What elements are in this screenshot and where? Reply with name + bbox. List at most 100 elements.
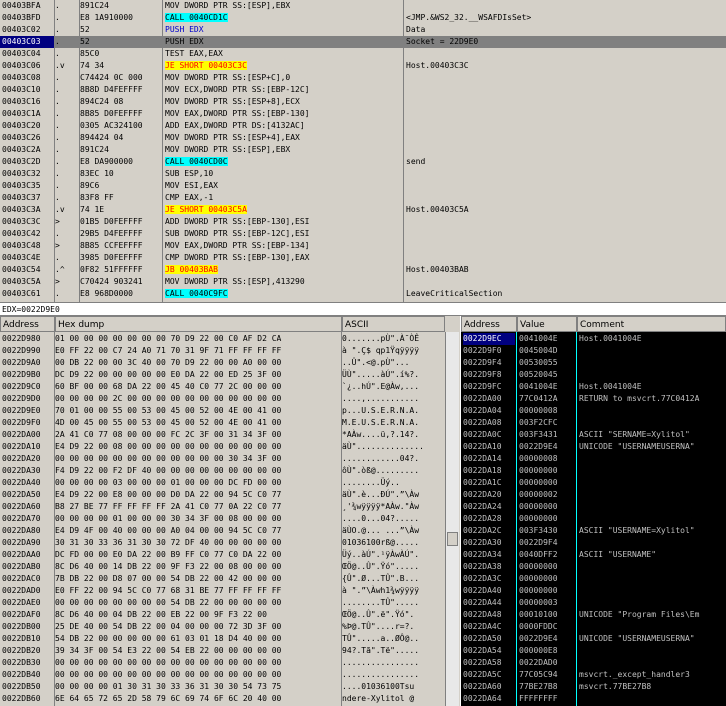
disasm-instruction: MOV DWORD PTR SS:[ESP+4],EAX xyxy=(163,132,405,144)
stack-row[interactable]: 0022DA4C 0000FDDC xyxy=(461,621,726,633)
stack-row[interactable]: 0022DA00 77C0412A RETURN to msvcrt.77C0412… xyxy=(461,393,726,405)
disasm-row[interactable]: 00403C5A > C70424 903241 MOV DWORD PTR SS:[… xyxy=(0,276,726,288)
dump-hex: E4 D9 22 00 E8 00 00 00 D0 DA 22 00 94 5… xyxy=(55,490,282,499)
stack-row[interactable]: 0022DA48 00010100 UNICODE "Program Files\E… xyxy=(461,609,726,621)
stack-value-header[interactable]: Value xyxy=(517,316,577,332)
disasm-instruction: PUSH EDX xyxy=(163,36,405,48)
stack-row[interactable]: 0022DA10 0022D9E4 UNICODE "USERNAMEUSERNA" xyxy=(461,441,726,453)
disasm-row[interactable]: 00403C02. 52 PUSH EDX Data xyxy=(0,24,726,36)
stack-row[interactable]: 0022D9F8 00520045 xyxy=(461,369,726,381)
disasm-address: 00403C03 xyxy=(0,36,54,48)
stack-row[interactable]: 0022DA2C 003F3430 ASCII "USERNAME=Xylitol" xyxy=(461,525,726,537)
jump-arrow: . xyxy=(55,169,60,178)
stack-row[interactable]: 0022DA28 00000000 xyxy=(461,513,726,525)
stack-row[interactable]: 0022DA14 00000008 xyxy=(461,453,726,465)
disasm-row[interactable]: 00403C4E. 3985 D0FEFFFF CMP DWORD PTR SS:[… xyxy=(0,252,726,264)
disasm-row[interactable]: 00403C1A. 8B85 D0FEFFFF MOV EAX,DWORD PTR … xyxy=(0,108,726,120)
stack-row[interactable]: 0022DA40 00000000 xyxy=(461,585,726,597)
instruction-text: ADD EAX,DWORD PTR DS:[4132AC] xyxy=(165,121,305,130)
disasm-comment xyxy=(404,144,726,156)
stack-address: 0022DA14 xyxy=(463,454,502,463)
dump-ascii: ..Û".<@.pÙ"... xyxy=(342,358,410,367)
disasm-row[interactable]: 00403C42. 29B5 D4FEFFFF SUB DWORD PTR SS:[… xyxy=(0,228,726,240)
disasm-row[interactable]: 00403C35. 89C6 MOV ESI,EAX xyxy=(0,180,726,192)
dump-ascii-header[interactable]: ASCII xyxy=(342,316,445,332)
disasm-row[interactable]: 00403C61. E8 968D0000 CALL 0040C9FC LeaveCr… xyxy=(0,288,726,300)
dump-hex: DC D9 22 00 00 00 00 00 E0 DA 22 00 ED 2… xyxy=(55,370,282,379)
disasm-address: 00403C2A xyxy=(2,145,41,154)
disasm-hex: C74424 0C 000 xyxy=(80,73,143,82)
dump-address-header[interactable]: Address xyxy=(0,316,55,332)
memory-dump-pane[interactable]: Address Hex dump ASCII 0022D980 01 00 00 … xyxy=(0,316,460,706)
stack-row[interactable]: 0022DA3C 00000000 xyxy=(461,573,726,585)
disasm-hex: 52 xyxy=(80,25,90,34)
disassembly-pane[interactable]: 00403BFA. 891C24 MOV DWORD PTR SS:[ESP],EB… xyxy=(0,0,726,302)
disasm-row[interactable]: 00403C2D. E8 DA900000 CALL 0040CD0C send xyxy=(0,156,726,168)
disasm-row[interactable]: 00403C54 .^ 0F82 51FFFFFF JB 00403BAB Host.0… xyxy=(0,264,726,276)
stack-row[interactable]: 0022DA18 00000000 xyxy=(461,465,726,477)
disasm-address: 00403C5A xyxy=(2,277,41,286)
stack-row[interactable]: 0022DA58 0022DAD0 xyxy=(461,657,726,669)
jump-arrow: . xyxy=(55,49,60,58)
disasm-row[interactable]: 00403BFD. E8 1A910000 CALL 0040CD1C <JMP.&W… xyxy=(0,12,726,24)
stack-row[interactable]: 0022DA0C 003F3431 ASCII "SERNAME=Xylitol" xyxy=(461,429,726,441)
disasm-address: 00403BFD xyxy=(2,13,41,22)
instruction-text: MOV ESI,EAX xyxy=(165,181,218,190)
stack-row[interactable]: 0022DA5C 77C05C94 msvcrt._except_handler3 xyxy=(461,669,726,681)
instruction-text: MOV DWORD PTR SS:[ESP+8],ECX xyxy=(165,97,300,106)
stack-row[interactable]: 0022DA44 00000003 xyxy=(461,597,726,609)
disasm-row[interactable]: 00403C03. 52 PUSH EDX Socket = 22D9E0 xyxy=(0,36,726,48)
disasm-comment xyxy=(404,192,726,204)
stack-row[interactable]: 0022D9F0 0045004D xyxy=(461,345,726,357)
disasm-row[interactable]: 00403C26. 894424 04 MOV DWORD PTR SS:[ESP+… xyxy=(0,132,726,144)
stack-row[interactable]: 0022D9EC 0041004E Host.0041004E xyxy=(461,333,726,345)
dump-hex: E0 FF 22 00 94 5C C0 77 68 31 BE 77 FF F… xyxy=(55,586,282,595)
stack-row[interactable]: 0022D9F4 00530055 xyxy=(461,357,726,369)
disasm-row[interactable]: 00403C3A .v 74 1E JE SHORT 00403C5A Host.004… xyxy=(0,204,726,216)
stack-row[interactable]: 0022DA24 00000000 xyxy=(461,501,726,513)
stack-row[interactable]: 0022DA04 00000008 xyxy=(461,405,726,417)
disasm-comment xyxy=(404,216,726,228)
stack-comment-header[interactable]: Comment xyxy=(577,316,726,332)
dump-ascii: ................ xyxy=(342,658,420,667)
disasm-row[interactable]: 00403C37. 83F8 FF CMP EAX,-1 xyxy=(0,192,726,204)
disasm-hex: 3985 D0FEFFFF xyxy=(80,253,143,262)
disasm-comment: LeaveCriticalSection xyxy=(406,289,503,298)
disasm-row[interactable]: 00403C48 >8B85 CCFEFFFF MOV EAX,DWORD PTR … xyxy=(0,240,726,252)
stack-row[interactable]: 0022D9FC 0041004E Host.0041004E xyxy=(461,381,726,393)
stack-row[interactable]: 0022DA20 00000002 xyxy=(461,489,726,501)
dump-ascii: TÛ".....a..ØÔ@.. xyxy=(342,634,420,643)
disasm-row[interactable]: 00403C06 .v 74 34 JE SHORT 00403C3C Host.004… xyxy=(0,60,726,72)
stack-row[interactable]: 0022DA64 FFFFFFFF xyxy=(461,693,726,705)
disasm-row[interactable]: 00403BFA. 891C24 MOV DWORD PTR SS:[ESP],EB… xyxy=(0,0,726,12)
stack-row[interactable]: 0022DA30 0022D9F4 xyxy=(461,537,726,549)
disasm-row[interactable]: 00403C3C >01B5 D0FEFFFF ADD DWORD PTR SS:[… xyxy=(0,216,726,228)
disasm-address: 00403C10 xyxy=(2,85,41,94)
disasm-row[interactable]: 00403C10. 8B8D D4FEFFFF MOV ECX,DWORD PTR … xyxy=(0,84,726,96)
disasm-row[interactable]: 00403C08. C74424 0C 000 MOV DWORD PTR SS:[… xyxy=(0,72,726,84)
stack-address: 0022DA34 xyxy=(463,550,502,559)
stack-row[interactable]: 0022DA54 000000E8 xyxy=(461,645,726,657)
disasm-row[interactable]: 00403C20. 0305 AC324100 ADD EAX,DWORD PTR … xyxy=(0,120,726,132)
disasm-row[interactable]: 00403C2A. 891C24 MOV DWORD PTR SS:[ESP],EB… xyxy=(0,144,726,156)
disasm-row[interactable]: 00403C04. 85C0 TEST EAX,EAX xyxy=(0,48,726,60)
info-text: EDX=0022D9E0 xyxy=(2,305,60,314)
stack-row[interactable]: 0022DA60 77BE27B8 msvcrt.77BE27B8 xyxy=(461,681,726,693)
stack-pane[interactable]: Address Value Comment 0022D9EC 0041004E Ho… xyxy=(461,316,726,706)
stack-comment: Host.0041004E xyxy=(579,334,642,343)
disasm-row[interactable]: 00403C32. 83EC 10 SUB ESP,10 xyxy=(0,168,726,180)
stack-row[interactable]: 0022DA38 00000000 xyxy=(461,561,726,573)
stack-address-header[interactable]: Address xyxy=(461,316,517,332)
scroll-thumb[interactable] xyxy=(447,532,458,546)
stack-address: 0022DA58 xyxy=(463,658,502,667)
stack-row[interactable]: 0022DA08 003F2CFC xyxy=(461,417,726,429)
stack-row[interactable]: 0022DA50 0022D9E4 UNICODE "USERNAMEUSERNA" xyxy=(461,633,726,645)
stack-value: 00000008 xyxy=(519,406,558,415)
dump-scrollbar[interactable] xyxy=(445,332,459,706)
stack-row[interactable]: 0022DA1C 00000000 xyxy=(461,477,726,489)
stack-row[interactable]: 0022DA34 0040DFF2 ASCII "USERNAME" xyxy=(461,549,726,561)
stack-address: 0022DA64 xyxy=(463,694,502,703)
disasm-row[interactable]: 00403C16. 894C24 08 MOV DWORD PTR SS:[ESP+… xyxy=(0,96,726,108)
dump-hex-header[interactable]: Hex dump xyxy=(55,316,342,332)
dump-hex: 00 00 00 00 01 30 31 30 33 36 31 30 30 5… xyxy=(55,682,282,691)
